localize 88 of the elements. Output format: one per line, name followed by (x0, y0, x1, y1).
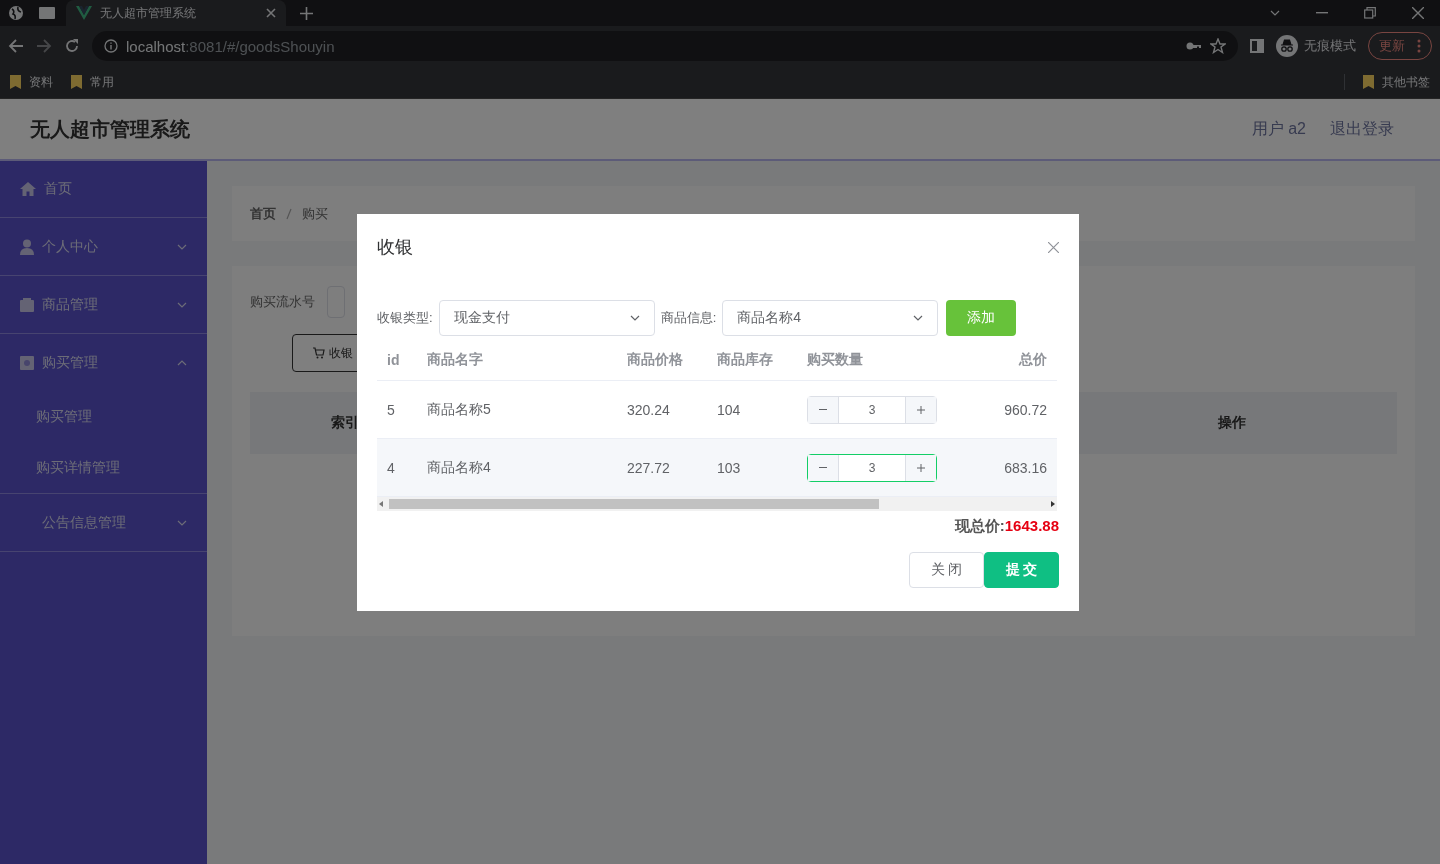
increment-button[interactable] (906, 396, 936, 423)
column-header: 商品库存 (707, 340, 797, 381)
table-cell: 4 (377, 438, 417, 497)
tab-search-icon (1270, 10, 1280, 16)
globe-icon[interactable] (8, 5, 24, 21)
column-header: 购买数量 (797, 340, 949, 381)
restore-icon[interactable] (1364, 7, 1376, 19)
menu-item[interactable]: 个人中心 (0, 218, 207, 275)
breadcrumb-item[interactable]: 首页 (250, 204, 276, 223)
breadcrumb-item[interactable]: 购买 (302, 204, 328, 223)
add-button[interactable]: 添加 (946, 300, 1017, 336)
quantity-value[interactable]: 3 (838, 396, 906, 423)
table-cell: 商品名称4 (417, 438, 617, 497)
minus-icon (819, 466, 827, 469)
chevron-icon (177, 359, 187, 366)
minus-icon (819, 408, 827, 411)
reload-icon[interactable] (64, 38, 80, 54)
cart-icon (313, 347, 325, 359)
dropdown-caret-icon (913, 315, 924, 321)
table-row[interactable]: 5 商品名称5 320.24 104 3 960.72 (377, 380, 1057, 439)
incognito-icon[interactable] (1276, 35, 1298, 57)
table-cell: 683.16 (949, 438, 1057, 497)
back-icon[interactable] (8, 38, 24, 54)
user-icon (20, 238, 34, 255)
quantity-stepper[interactable]: 3 (807, 453, 937, 482)
column-header: 商品价格 (617, 340, 707, 381)
scroll-right-icon[interactable] (1049, 500, 1057, 508)
folder-icon (71, 75, 82, 89)
table-cell: 商品名称5 (417, 380, 617, 439)
table-cell: 960.72 (949, 380, 1057, 439)
close-button[interactable]: 关 闭 (909, 552, 984, 588)
column-header: id (377, 340, 417, 381)
field-label: 收银类型: (377, 309, 433, 327)
table-cell: 103 (707, 438, 797, 497)
window-icon[interactable] (38, 6, 56, 20)
chevron-icon (177, 301, 187, 308)
app-title: 无人超市管理系统 (30, 116, 191, 142)
menu-item[interactable]: 首页 (0, 161, 207, 218)
chevron-icon (177, 519, 187, 526)
star-icon[interactable] (1210, 38, 1226, 54)
more-icon (1417, 39, 1421, 53)
bag-icon (20, 355, 34, 370)
chevron-icon (177, 243, 187, 250)
payment-type-select[interactable]: 现金支付 (438, 300, 655, 336)
table-cell: 320.24 (617, 380, 707, 439)
minimize-icon[interactable] (1316, 12, 1328, 14)
folder-icon (10, 75, 21, 89)
bookmark[interactable]: 常用 (71, 73, 114, 91)
profile-label: 无痕模式 (1304, 37, 1356, 55)
tab-title: 无人超市管理系统 (100, 4, 197, 22)
box-icon (20, 297, 34, 312)
v-logo-icon (76, 6, 92, 20)
logout-link[interactable]: 退出登录 (1330, 118, 1394, 140)
scrollbar[interactable] (377, 497, 1057, 511)
quantity-value[interactable]: 3 (838, 454, 906, 481)
browser-tab[interactable]: 无人超市管理系统 (66, 0, 286, 26)
column-header: 操作 (1217, 414, 1247, 432)
bookmark-folder[interactable]: 其他书签 (1363, 73, 1430, 91)
total-price: 现总价:1643.88 (954, 517, 1059, 536)
separator-icon (286, 207, 292, 220)
field-label: 商品信息: (660, 309, 717, 327)
dropdown-caret-icon (629, 315, 640, 321)
new-tab-icon[interactable] (300, 6, 313, 20)
dialog-title: 收银 (377, 236, 414, 259)
table-row[interactable]: 4 商品名称4 227.72 103 3 683.16 (377, 438, 1057, 497)
folder-icon (1363, 75, 1374, 89)
close-icon[interactable] (1048, 241, 1059, 253)
submit-button[interactable]: 提 交 (984, 552, 1059, 588)
product-select[interactable]: 商品名称4 (722, 300, 939, 336)
column-header: 商品名字 (417, 340, 617, 381)
plus-icon (917, 463, 925, 472)
scroll-left-icon[interactable] (377, 500, 385, 508)
address-bar[interactable]: localhost:8081/#/goodsShouyin (92, 31, 1238, 61)
column-header: 索引 (330, 414, 360, 432)
quantity-stepper[interactable]: 3 (807, 395, 937, 424)
url-text: localhost:8081/#/goodsShouyin (126, 37, 335, 55)
search-label: 购买流水号 (250, 293, 315, 311)
home-icon (20, 182, 36, 196)
table-cell: 5 (377, 380, 417, 439)
bookmark[interactable]: 资料 (10, 73, 53, 91)
table-cell: 227.72 (617, 438, 707, 497)
table-cell: 104 (707, 380, 797, 439)
column-header: 总价 (949, 340, 1057, 381)
user-name: 用户 a2 (1251, 118, 1306, 139)
info-icon[interactable] (104, 39, 118, 53)
plus-icon (917, 405, 925, 414)
key-icon[interactable] (1186, 41, 1202, 51)
side-panel-icon[interactable] (1250, 39, 1264, 53)
